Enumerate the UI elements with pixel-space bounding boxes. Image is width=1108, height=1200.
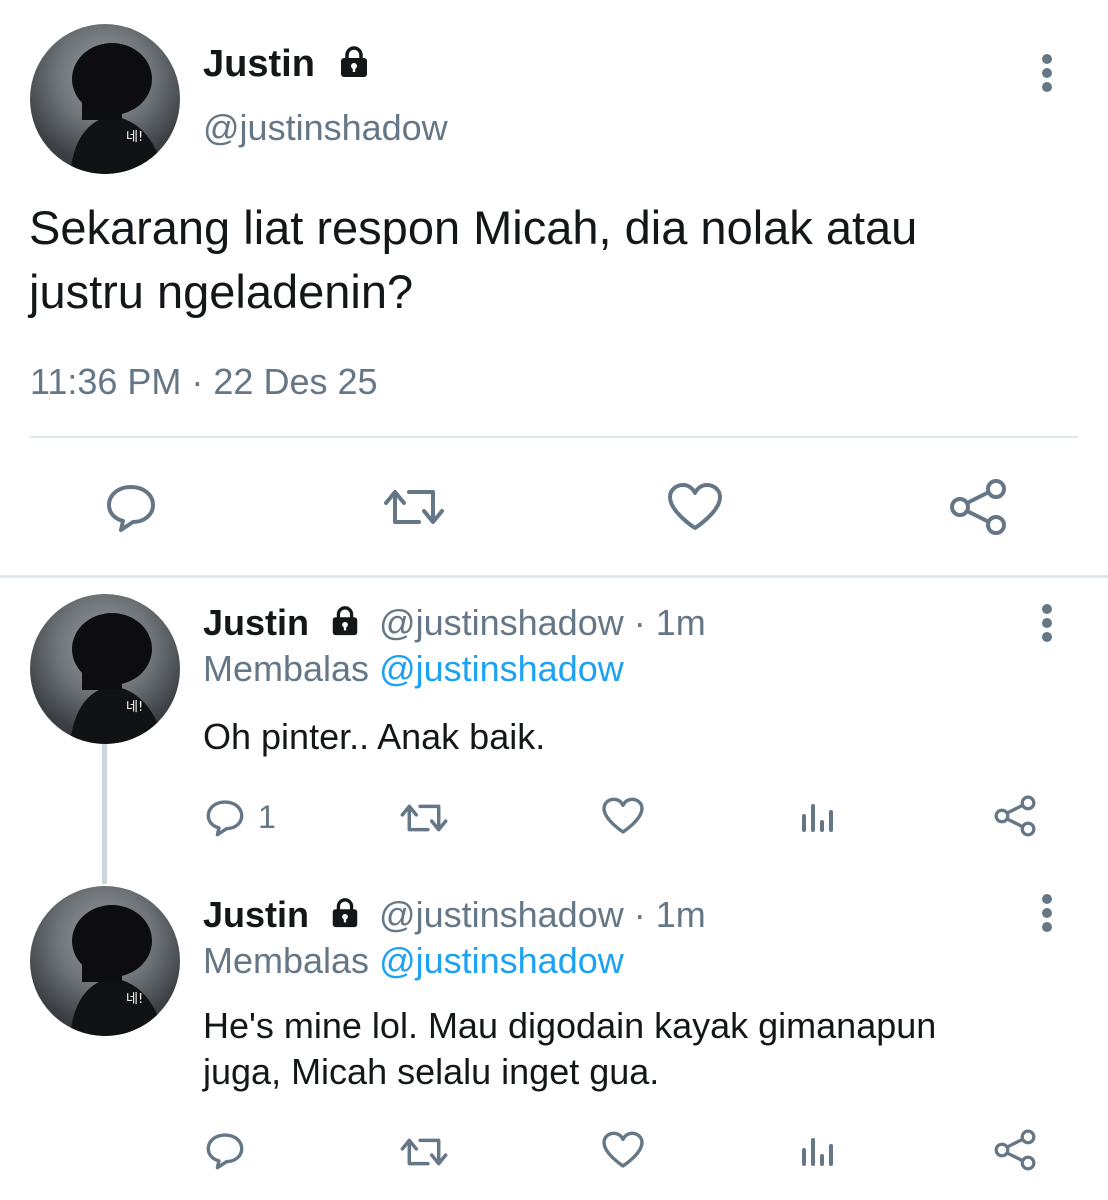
share-icon[interactable] (993, 1129, 1037, 1171)
lock-icon (329, 605, 361, 637)
avatar[interactable]: 네! (30, 594, 180, 744)
avatar[interactable]: 네! (30, 886, 180, 1036)
replying-to: Membalas @justinshadow (203, 646, 624, 692)
replying-prefix: Membalas (203, 648, 370, 689)
author-handle[interactable]: @justinshadow · 1m (379, 602, 706, 643)
author-name[interactable]: Justin (203, 602, 309, 643)
author-name[interactable]: Justin (203, 43, 315, 85)
tweet-text-line-1: Oh pinter.. Anak baik. (203, 716, 546, 757)
reply-count: 1 (258, 799, 276, 835)
tweet-text-line-2: juga, Micah selalu inget gua. (203, 1051, 660, 1092)
retweet-icon[interactable] (400, 800, 448, 836)
share-icon[interactable] (948, 478, 1008, 536)
divider (30, 436, 1078, 438)
more-icon[interactable] (1037, 598, 1057, 648)
reply-icon[interactable] (205, 799, 245, 837)
avatar-badge: 네! (126, 130, 143, 145)
analytics-icon[interactable] (800, 800, 836, 834)
author-name[interactable]: Justin (203, 894, 309, 935)
more-icon[interactable] (1037, 48, 1057, 98)
section-divider (0, 575, 1108, 578)
retweet-icon[interactable] (400, 1134, 448, 1170)
replying-to-link[interactable]: @justinshadow (379, 648, 624, 689)
lock-icon (329, 897, 361, 929)
analytics-icon[interactable] (800, 1134, 836, 1168)
author-handle[interactable]: @justinshadow (203, 104, 448, 152)
avatar[interactable]: 네! (30, 24, 180, 174)
heart-icon[interactable] (666, 482, 724, 532)
thread-line (102, 744, 107, 884)
tweet-text-line-1: Sekarang liat respon Micah, dia nolak at… (29, 201, 918, 254)
lock-icon (337, 45, 371, 79)
tweet-text-line-1: He's mine lol. Mau digodain kayak gimana… (203, 1005, 937, 1046)
author-row: Justin @justinshadow · 1m (203, 892, 706, 938)
avatar-badge: 네! (126, 700, 143, 715)
more-icon[interactable] (1037, 888, 1057, 938)
reply-icon[interactable] (205, 1132, 245, 1170)
tweet-text-line-2: justru ngeladenin? (29, 265, 414, 318)
replying-prefix: Membalas (203, 940, 370, 981)
author-row: Justin @justinshadow · 1m (203, 600, 706, 646)
retweet-icon[interactable] (383, 484, 445, 530)
avatar-badge: 네! (126, 992, 143, 1007)
replying-to-link[interactable]: @justinshadow (379, 940, 624, 981)
author-handle[interactable]: @justinshadow · 1m (379, 894, 706, 935)
timestamp[interactable]: 11:36 PM · 22 Des 25 (30, 358, 378, 406)
heart-icon[interactable] (601, 797, 645, 835)
heart-icon[interactable] (601, 1131, 645, 1169)
share-icon[interactable] (993, 795, 1037, 837)
reply-icon[interactable] (105, 483, 157, 533)
author-row: Justin (203, 40, 371, 88)
replying-to: Membalas @justinshadow (203, 938, 624, 984)
